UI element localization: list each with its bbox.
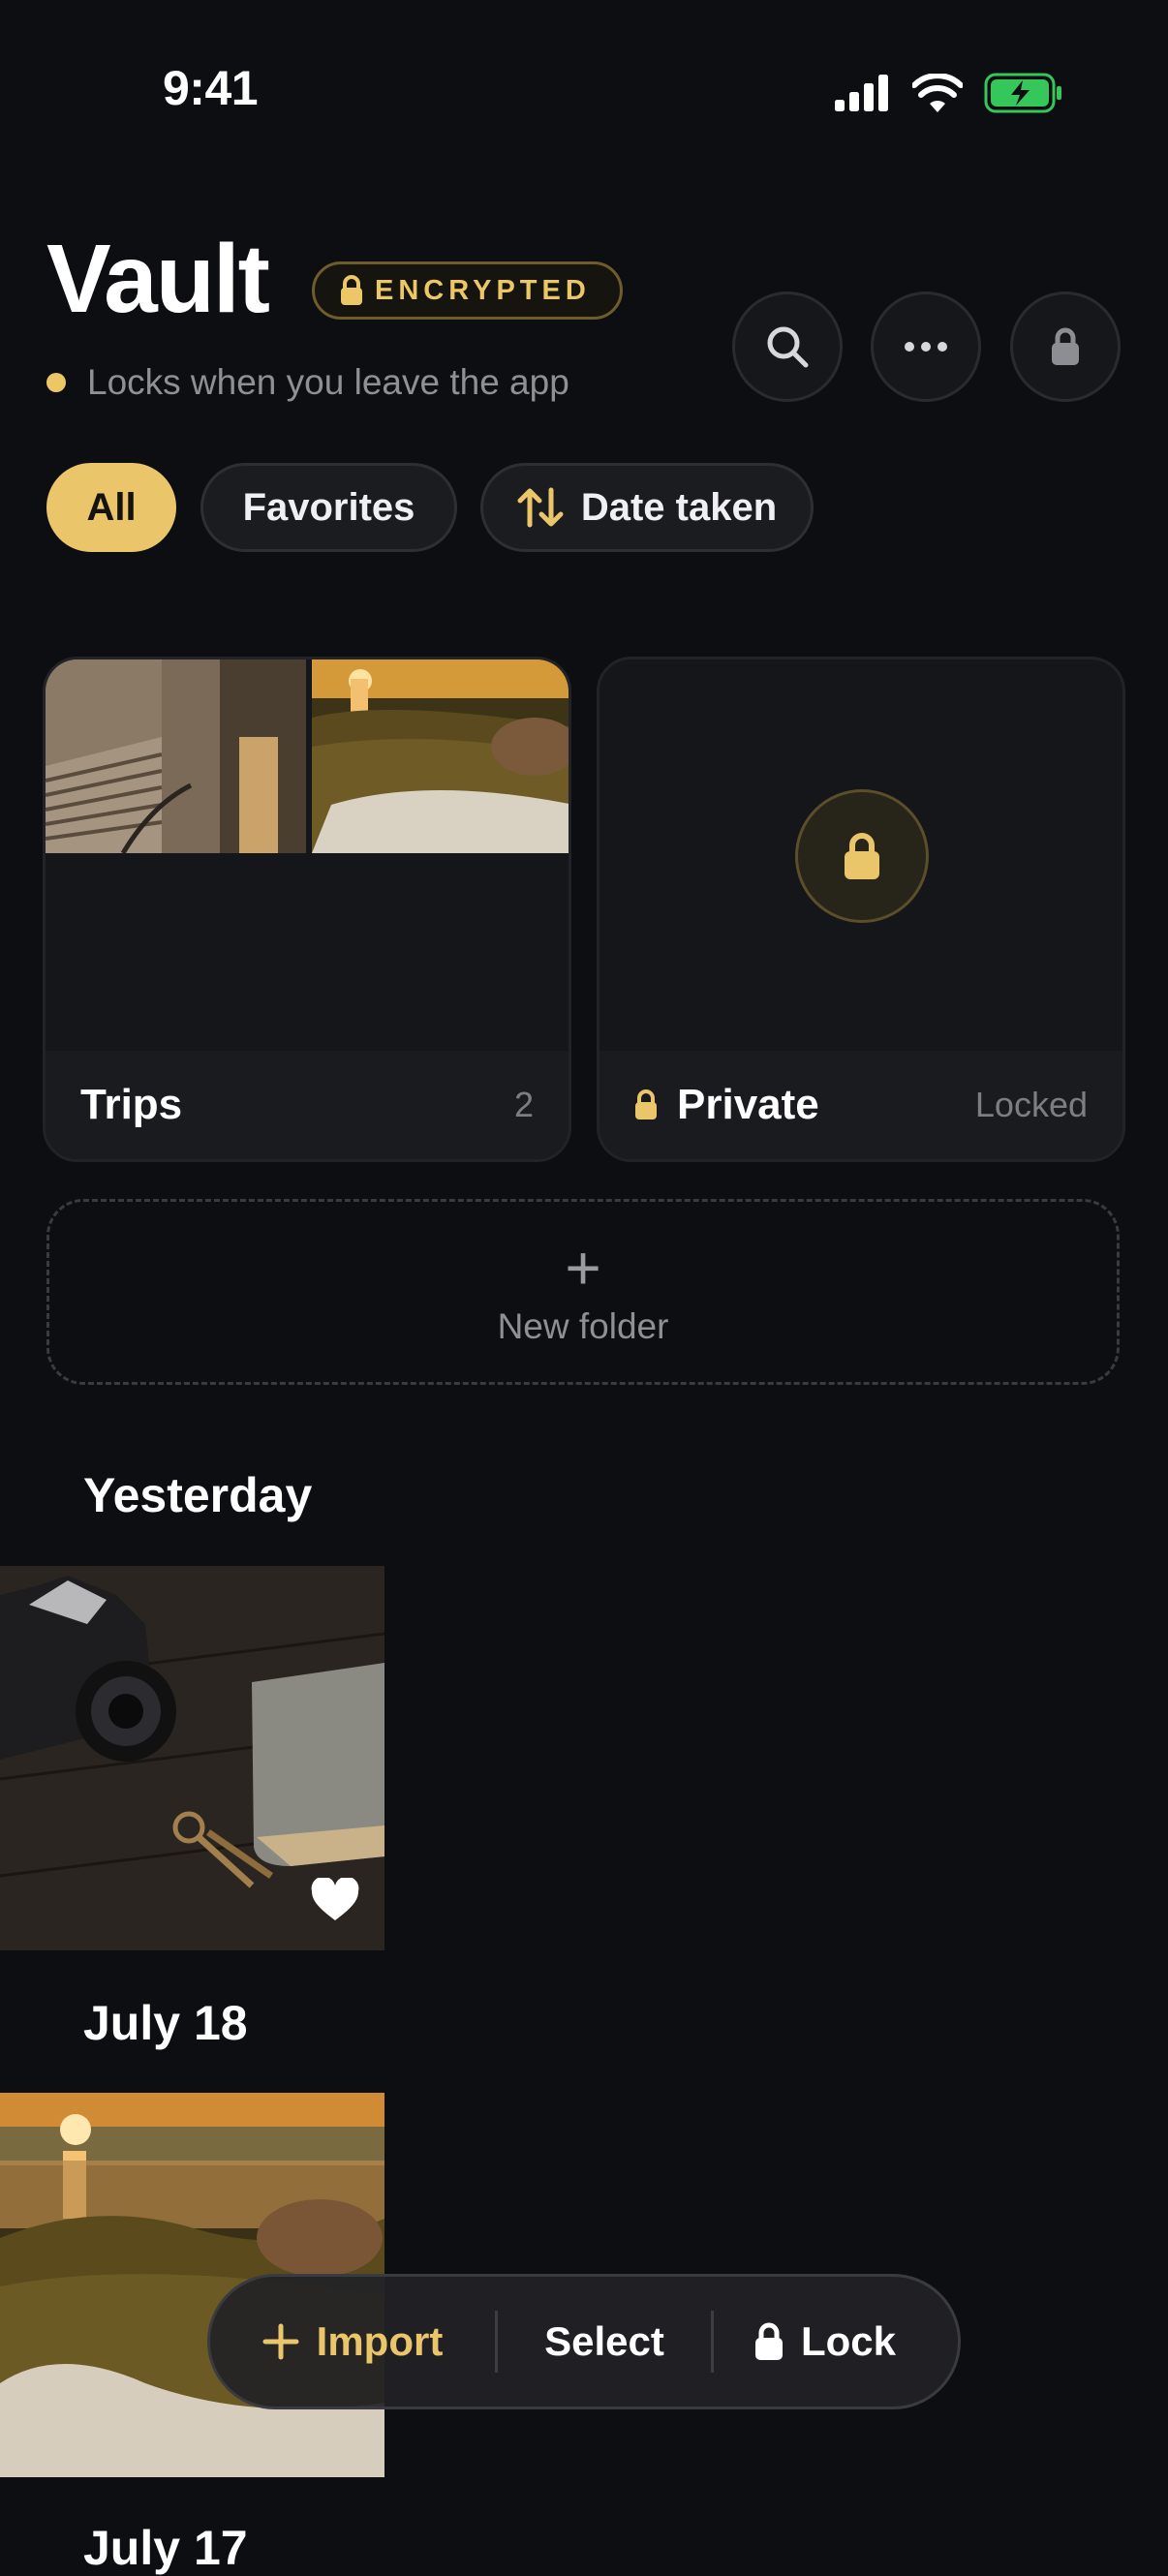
sort-arrows-icon [517,487,564,528]
private-lock-badge [795,789,929,923]
folder-thumb-stairs [46,659,306,853]
folder-card-trips[interactable]: Trips 2 [43,657,571,1162]
more-button[interactable] [871,291,981,402]
heart-icon[interactable] [310,1878,360,1922]
encrypted-badge-label: ENCRYPTED [375,274,591,306]
import-label: Import [316,2318,444,2364]
folder-thumb-sunset [312,659,569,853]
folder-footer: Private Locked [599,1051,1122,1159]
section-header: July 18 [83,1996,248,2050]
filter-favorites[interactable]: Favorites [200,463,457,552]
filter-date-taken-label: Date taken [580,485,778,529]
battery-charging-icon [984,73,1061,113]
section-header: Yesterday [83,1468,313,1522]
new-folder-button[interactable]: + New folder [46,1199,1120,1385]
lock-vault-button[interactable] [1010,291,1121,402]
status-dot [46,373,66,392]
lock-button[interactable]: Lock [714,2277,937,2407]
plus-icon: + [565,1233,601,1303]
folder-card-private[interactable]: Private Locked [597,657,1125,1162]
folder-count: 2 [513,1085,534,1124]
folder-footer: Trips 2 [46,1051,569,1159]
folder-status: Locked [974,1085,1088,1124]
wifi-icon [912,74,963,112]
filter-date-taken[interactable]: Date taken [480,463,814,552]
lock-label: Lock [800,2318,897,2364]
bottom-toolbar: Import Select Lock [207,2274,961,2409]
cellular-signal-icon [835,75,888,111]
lock-hint-text: Locks when you leave the app [87,362,569,402]
lock-icon [1052,327,1079,365]
filter-favorites-label: Favorites [242,485,415,529]
photo-thumbnail[interactable] [0,1566,384,1950]
search-button[interactable] [732,291,843,402]
search-icon [767,326,809,368]
lock-icon [635,1089,657,1119]
encrypted-badge: ENCRYPTED [312,261,623,320]
page-title: Vault [46,225,270,333]
lock-icon [754,2322,783,2360]
plus-icon [262,2323,299,2360]
status-icons [835,72,1063,114]
select-button[interactable]: Select [498,2277,711,2407]
lock-hint: Locks when you leave the app [46,362,569,403]
folder-name: Trips [80,1081,183,1128]
import-button[interactable]: Import [210,2277,495,2407]
select-label: Select [544,2318,664,2364]
filter-all-label: All [86,485,137,529]
more-icon [905,342,947,352]
status-time: 9:41 [163,61,259,115]
section-header: July 17 [83,2521,248,2575]
lock-icon [341,275,362,305]
new-folder-label: New folder [497,1306,669,1346]
folder-name: Private [677,1081,819,1128]
filter-all[interactable]: All [46,463,176,552]
lock-icon [845,833,879,879]
